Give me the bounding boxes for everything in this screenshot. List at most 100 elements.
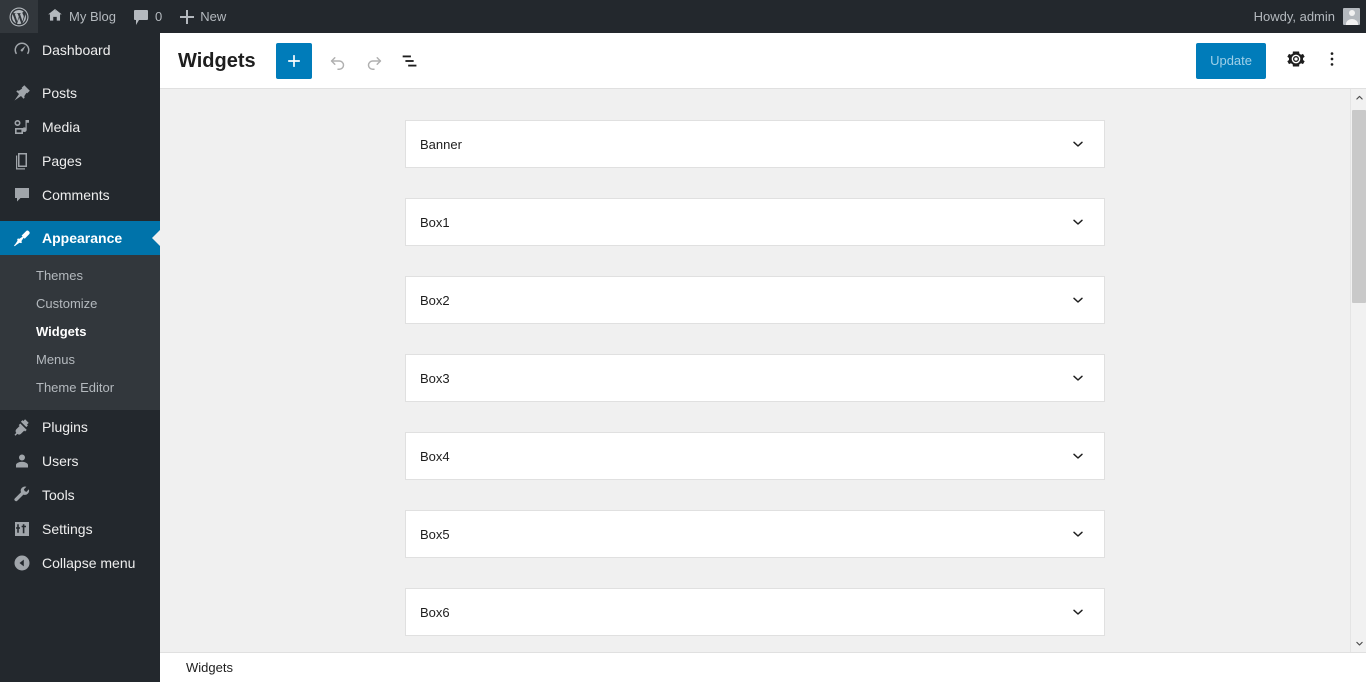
widget-area-title: Box4 (420, 448, 450, 464)
site-name-label: My Blog (69, 9, 116, 24)
appearance-submenu: Themes Customize Widgets Menus Theme Edi… (0, 255, 160, 410)
scroll-up-arrow-icon[interactable] (1351, 89, 1366, 106)
widget-area-title: Box3 (420, 370, 450, 386)
avatar (1343, 8, 1360, 25)
chevron-down-icon[interactable] (1066, 288, 1090, 312)
more-options-button[interactable] (1314, 43, 1350, 79)
widget-area-title: Banner (420, 136, 462, 152)
home-icon (47, 7, 63, 26)
submenu-item-menus[interactable]: Menus (0, 346, 160, 374)
chevron-down-icon[interactable] (1066, 444, 1090, 468)
sidebar-item-label: Settings (42, 521, 93, 537)
wrench-icon (12, 485, 32, 505)
comment-bubble-icon (133, 10, 149, 25)
list-view-button[interactable] (392, 43, 428, 79)
sidebar-item-label: Users (42, 453, 79, 469)
sidebar-item-plugins[interactable]: Plugins (0, 410, 160, 444)
account-menu[interactable]: Howdy, admin (1254, 0, 1366, 33)
comments-count: 0 (154, 9, 163, 24)
widget-area-box3[interactable]: Box3 (405, 354, 1105, 402)
comments-menu[interactable]: 0 (125, 0, 171, 33)
sidebar-item-label: Comments (42, 187, 110, 203)
editor-header-toolbar: Widgets Update (160, 33, 1366, 89)
admin-sidebar-menu: Dashboard Posts Media Pages Comments App… (0, 33, 160, 682)
sidebar-item-posts[interactable]: Posts (0, 76, 160, 110)
media-icon (12, 117, 32, 137)
editor-footer-status-bar: Widgets (160, 652, 1366, 682)
widget-area-banner[interactable]: Banner (405, 120, 1105, 168)
paintbrush-icon (12, 228, 32, 248)
sidebar-item-label: Posts (42, 85, 78, 101)
collapse-arrow-icon (12, 553, 32, 573)
page-title: Widgets (178, 49, 256, 72)
settings-button[interactable] (1278, 43, 1314, 79)
new-content-menu[interactable]: New (171, 0, 235, 33)
pages-icon (12, 151, 32, 171)
sidebar-item-label: Tools (42, 487, 75, 503)
users-icon (12, 451, 32, 471)
wp-admin-bar: My Blog 0 New Howdy, admin (0, 0, 1366, 33)
pin-icon (12, 83, 32, 103)
scroll-down-arrow-icon[interactable] (1351, 635, 1366, 652)
sidebar-item-label: Appearance (42, 230, 123, 246)
wordpress-logo-icon (9, 7, 29, 27)
submenu-item-themes[interactable]: Themes (0, 262, 160, 290)
sidebar-item-users[interactable]: Users (0, 444, 160, 478)
new-label: New (200, 9, 227, 24)
sidebar-item-comments[interactable]: Comments (0, 178, 160, 212)
widget-area-box4[interactable]: Box4 (405, 432, 1105, 480)
list-view-icon (399, 50, 421, 72)
widgets-editor: Widgets Update Banner Box1 Box2 Box3 Box… (160, 33, 1366, 682)
sidebar-item-appearance[interactable]: Appearance (0, 221, 160, 255)
sidebar-item-collapse-menu[interactable]: Collapse menu (0, 546, 160, 580)
plus-icon (180, 9, 195, 24)
sidebar-item-media[interactable]: Media (0, 110, 160, 144)
chevron-down-icon[interactable] (1066, 600, 1090, 624)
widget-area-title: Box6 (420, 604, 450, 620)
update-button[interactable]: Update (1196, 42, 1266, 79)
widget-area-title: Box5 (420, 526, 450, 542)
menu-separator (0, 67, 160, 76)
widget-area-box6[interactable]: Box6 (405, 588, 1105, 636)
menu-separator (0, 212, 160, 221)
submenu-item-theme-editor[interactable]: Theme Editor (0, 374, 160, 402)
widget-area-title: Box1 (420, 214, 450, 230)
three-dots-vertical-icon (1322, 49, 1342, 72)
dashboard-icon (12, 40, 32, 60)
redo-button[interactable] (356, 43, 392, 79)
wp-logo-menu[interactable] (0, 0, 38, 33)
gear-icon (1286, 49, 1306, 72)
widget-area-box1[interactable]: Box1 (405, 198, 1105, 246)
settings-sliders-icon (12, 519, 32, 539)
chevron-down-icon[interactable] (1066, 366, 1090, 390)
sidebar-item-tools[interactable]: Tools (0, 478, 160, 512)
chevron-down-icon[interactable] (1066, 132, 1090, 156)
widget-area-box2[interactable]: Box2 (405, 276, 1105, 324)
chevron-down-icon[interactable] (1066, 210, 1090, 234)
sidebar-item-settings[interactable]: Settings (0, 512, 160, 546)
plugin-icon (12, 417, 32, 437)
chevron-down-icon[interactable] (1066, 522, 1090, 546)
undo-button[interactable] (320, 43, 356, 79)
sidebar-item-label: Media (42, 119, 81, 135)
comments-icon (12, 185, 32, 205)
plus-icon (284, 51, 304, 71)
canvas-vertical-scrollbar[interactable] (1350, 89, 1366, 652)
widgets-canvas-scroll-region: Banner Box1 Box2 Box3 Box4 Box5 Box6 (160, 89, 1366, 652)
block-inserter-button[interactable] (275, 42, 312, 79)
footer-status-label: Widgets (186, 660, 233, 675)
submenu-item-customize[interactable]: Customize (0, 290, 160, 318)
widget-area-title: Box2 (420, 292, 450, 308)
widget-area-box5[interactable]: Box5 (405, 510, 1105, 558)
scrollbar-thumb[interactable] (1352, 110, 1366, 303)
submenu-item-widgets[interactable]: Widgets (0, 318, 160, 346)
sidebar-item-pages[interactable]: Pages (0, 144, 160, 178)
sidebar-item-label: Pages (42, 153, 82, 169)
howdy-label: Howdy, admin (1253, 9, 1335, 24)
site-name-menu[interactable]: My Blog (38, 0, 125, 33)
sidebar-item-label: Plugins (42, 419, 88, 435)
sidebar-item-dashboard[interactable]: Dashboard (0, 33, 160, 67)
sidebar-item-label: Collapse menu (42, 555, 136, 571)
undo-arrow-icon (327, 50, 349, 72)
sidebar-item-label: Dashboard (42, 42, 111, 58)
